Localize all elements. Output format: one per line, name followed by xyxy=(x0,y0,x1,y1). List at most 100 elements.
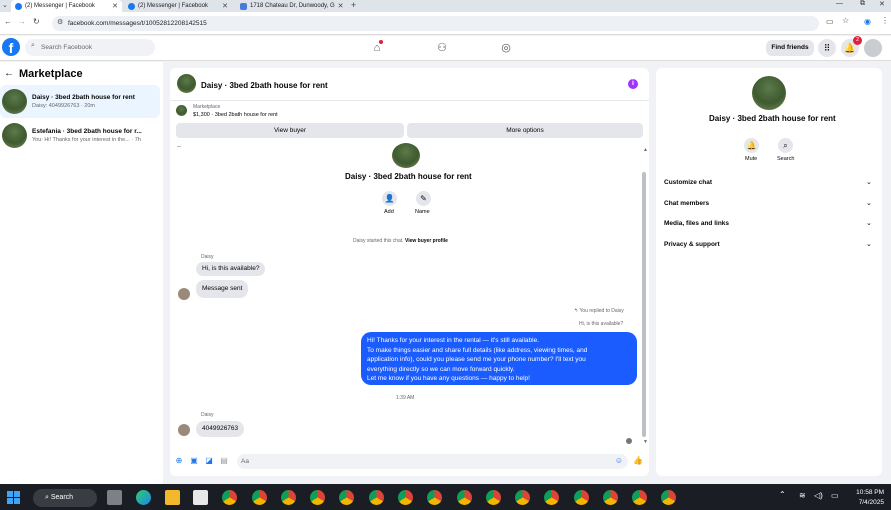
chat-header-title[interactable]: Daisy · 3bed 2bath house for rent xyxy=(201,81,328,90)
conversation-info-icon[interactable]: i xyxy=(628,79,638,89)
find-friends-button[interactable]: Find friends xyxy=(766,40,814,56)
chat-scrollbar[interactable] xyxy=(642,172,646,437)
maximize-window-icon[interactable]: ⧉ xyxy=(860,0,865,8)
incoming-message[interactable]: 4049926763 xyxy=(196,421,245,437)
customize-chat-section[interactable]: Customize chat xyxy=(664,179,712,186)
chrome-profile-icon[interactable] xyxy=(398,490,413,505)
task-view-icon[interactable] xyxy=(107,490,122,505)
back-arrow-icon[interactable]: ← xyxy=(4,68,14,79)
windows-start-icon[interactable] xyxy=(7,491,20,504)
bookmark-star-icon[interactable]: ☆ xyxy=(842,16,849,25)
divider xyxy=(177,146,181,147)
forward-arrow-icon[interactable]: → xyxy=(18,17,26,26)
outgoing-message[interactable]: Hi! Thanks for your interest in the rent… xyxy=(361,332,637,385)
battery-icon[interactable]: ▭ xyxy=(831,491,839,500)
edge-browser-icon[interactable] xyxy=(136,490,151,505)
conversation-item[interactable]: Estefania · 3bed 2bath house for r... Yo… xyxy=(0,119,160,152)
chrome-profile-icon[interactable] xyxy=(310,490,325,505)
details-listing-avatar xyxy=(752,76,786,110)
scroll-up-icon[interactable]: ▲ xyxy=(643,147,648,153)
view-buyer-button[interactable]: View buyer xyxy=(176,123,404,138)
chrome-profile-icon[interactable] xyxy=(574,490,589,505)
new-tab-button[interactable]: + xyxy=(351,0,356,10)
mute-bell-icon[interactable]: 🔔 xyxy=(744,138,759,153)
chat-members-section[interactable]: Chat members xyxy=(664,200,709,207)
cast-icon[interactable]: ▭ xyxy=(826,17,834,26)
message-input[interactable]: Aa xyxy=(237,454,628,469)
account-avatar[interactable] xyxy=(864,39,882,57)
minimize-window-icon[interactable]: — xyxy=(836,0,843,7)
chrome-profile-icon[interactable] xyxy=(369,490,384,505)
facebook-favicon-icon xyxy=(15,2,22,10)
friends-icon[interactable]: ⚇ xyxy=(434,40,450,56)
url-field[interactable]: facebook.com/messages/t/1005281220814251… xyxy=(52,16,819,31)
chrome-profile-icon[interactable] xyxy=(339,490,354,505)
tab-title: (2) Messenger | Facebook xyxy=(138,3,208,9)
chrome-profile-icon[interactable] xyxy=(427,490,442,505)
chrome-profile-icon[interactable] xyxy=(603,490,618,505)
more-options-button[interactable]: More options xyxy=(407,123,643,138)
chevron-down-icon[interactable]: ⌄ xyxy=(866,219,872,227)
chrome-profile-icon[interactable] xyxy=(632,490,647,505)
close-tab-icon[interactable]: ✕ xyxy=(222,2,228,10)
search-facebook-input[interactable]: Search Facebook xyxy=(25,39,155,56)
conversation-preview: You: Hi! Thanks for your interest in the… xyxy=(32,137,141,143)
like-thumb-icon[interactable]: 👍 xyxy=(633,456,643,466)
scroll-down-icon[interactable]: ▼ xyxy=(643,439,648,445)
conversation-preview: Daisy: 4049926763 · 20m xyxy=(32,103,95,109)
seen-avatar xyxy=(626,438,632,444)
close-tab-icon[interactable]: ✕ xyxy=(338,2,344,10)
taskbar-search[interactable]: ⌕ Search xyxy=(33,489,97,507)
chrome-profile-icon[interactable] xyxy=(486,490,501,505)
profile-icon[interactable]: ◉ xyxy=(864,17,871,26)
plus-circle-icon[interactable]: ⊕ xyxy=(174,456,184,466)
browser-tab-address[interactable]: 1718 Chateau Dr, Dunwoody, G ✕ xyxy=(236,0,344,12)
privacy-support-section[interactable]: Privacy & support xyxy=(664,241,720,248)
sticker-icon[interactable]: ◪ xyxy=(204,456,214,466)
chevron-down-icon[interactable]: ⌄ xyxy=(866,240,872,248)
chrome-profile-icon[interactable] xyxy=(457,490,472,505)
wifi-icon[interactable]: ≋ xyxy=(799,491,806,500)
conversation-name: Estefania · 3bed 2bath house for r... xyxy=(32,128,142,135)
search-icon[interactable]: ⌕ xyxy=(778,138,793,153)
groups-icon[interactable]: ◎ xyxy=(498,40,514,56)
facebook-logo-icon[interactable]: f xyxy=(2,38,20,56)
close-tab-icon[interactable]: ✕ xyxy=(112,2,118,10)
clock-time[interactable]: 10:58 PM xyxy=(850,489,884,496)
view-buyer-profile-link[interactable]: View buyer profile xyxy=(405,238,448,244)
replied-label: You replied to Daisy xyxy=(579,308,624,314)
chrome-profile-icon[interactable] xyxy=(544,490,559,505)
browser-tab-messenger-1[interactable]: (2) Messenger | Facebook ✕ xyxy=(11,0,122,12)
conversation-item[interactable]: Daisy · 3bed 2bath house for rent Daisy:… xyxy=(0,85,160,118)
emoji-icon[interactable]: ☺ xyxy=(614,456,624,466)
site-settings-icon[interactable]: ⚙ xyxy=(57,18,63,26)
reload-icon[interactable]: ↻ xyxy=(33,17,40,26)
chevron-down-icon[interactable]: ⌄ xyxy=(866,199,872,207)
search-label: Search xyxy=(777,156,795,162)
chrome-icon[interactable] xyxy=(222,490,237,505)
chrome-profile-icon[interactable] xyxy=(515,490,530,505)
chrome-profile-icon[interactable] xyxy=(281,490,296,505)
edit-name-pencil-icon[interactable]: ✎ xyxy=(416,191,431,206)
tab-menu-chevron-icon[interactable]: ⌄ xyxy=(2,1,8,9)
browser-menu-icon[interactable]: ⋮ xyxy=(881,16,889,25)
photo-icon[interactable]: ▣ xyxy=(189,456,199,466)
browser-tab-messenger-2[interactable]: (2) Messenger | Facebook ✕ xyxy=(124,0,232,12)
add-person-icon[interactable]: 👤 xyxy=(382,191,397,206)
volume-icon[interactable]: ◁) xyxy=(814,491,823,500)
incoming-message[interactable]: Message sent xyxy=(196,280,249,298)
close-window-icon[interactable]: ✕ xyxy=(879,0,885,8)
chrome-profile-icon[interactable] xyxy=(661,490,676,505)
back-arrow-icon[interactable]: ← xyxy=(4,17,12,26)
tray-chevron-up-icon[interactable]: ⌃ xyxy=(779,490,786,499)
gif-icon[interactable]: ▤ xyxy=(219,456,229,466)
chrome-profile-icon[interactable] xyxy=(252,490,267,505)
file-explorer-icon[interactable] xyxy=(165,490,180,505)
menu-grid-icon[interactable]: ⠿ xyxy=(818,39,836,57)
incoming-message[interactable]: Hi, is this available? xyxy=(196,262,266,276)
clock-date[interactable]: 7/4/2025 xyxy=(850,499,884,506)
chat-header-avatar[interactable] xyxy=(177,74,196,93)
media-files-section[interactable]: Media, files and links xyxy=(664,220,729,227)
app-icon[interactable] xyxy=(193,490,208,505)
chevron-down-icon[interactable]: ⌄ xyxy=(866,178,872,186)
